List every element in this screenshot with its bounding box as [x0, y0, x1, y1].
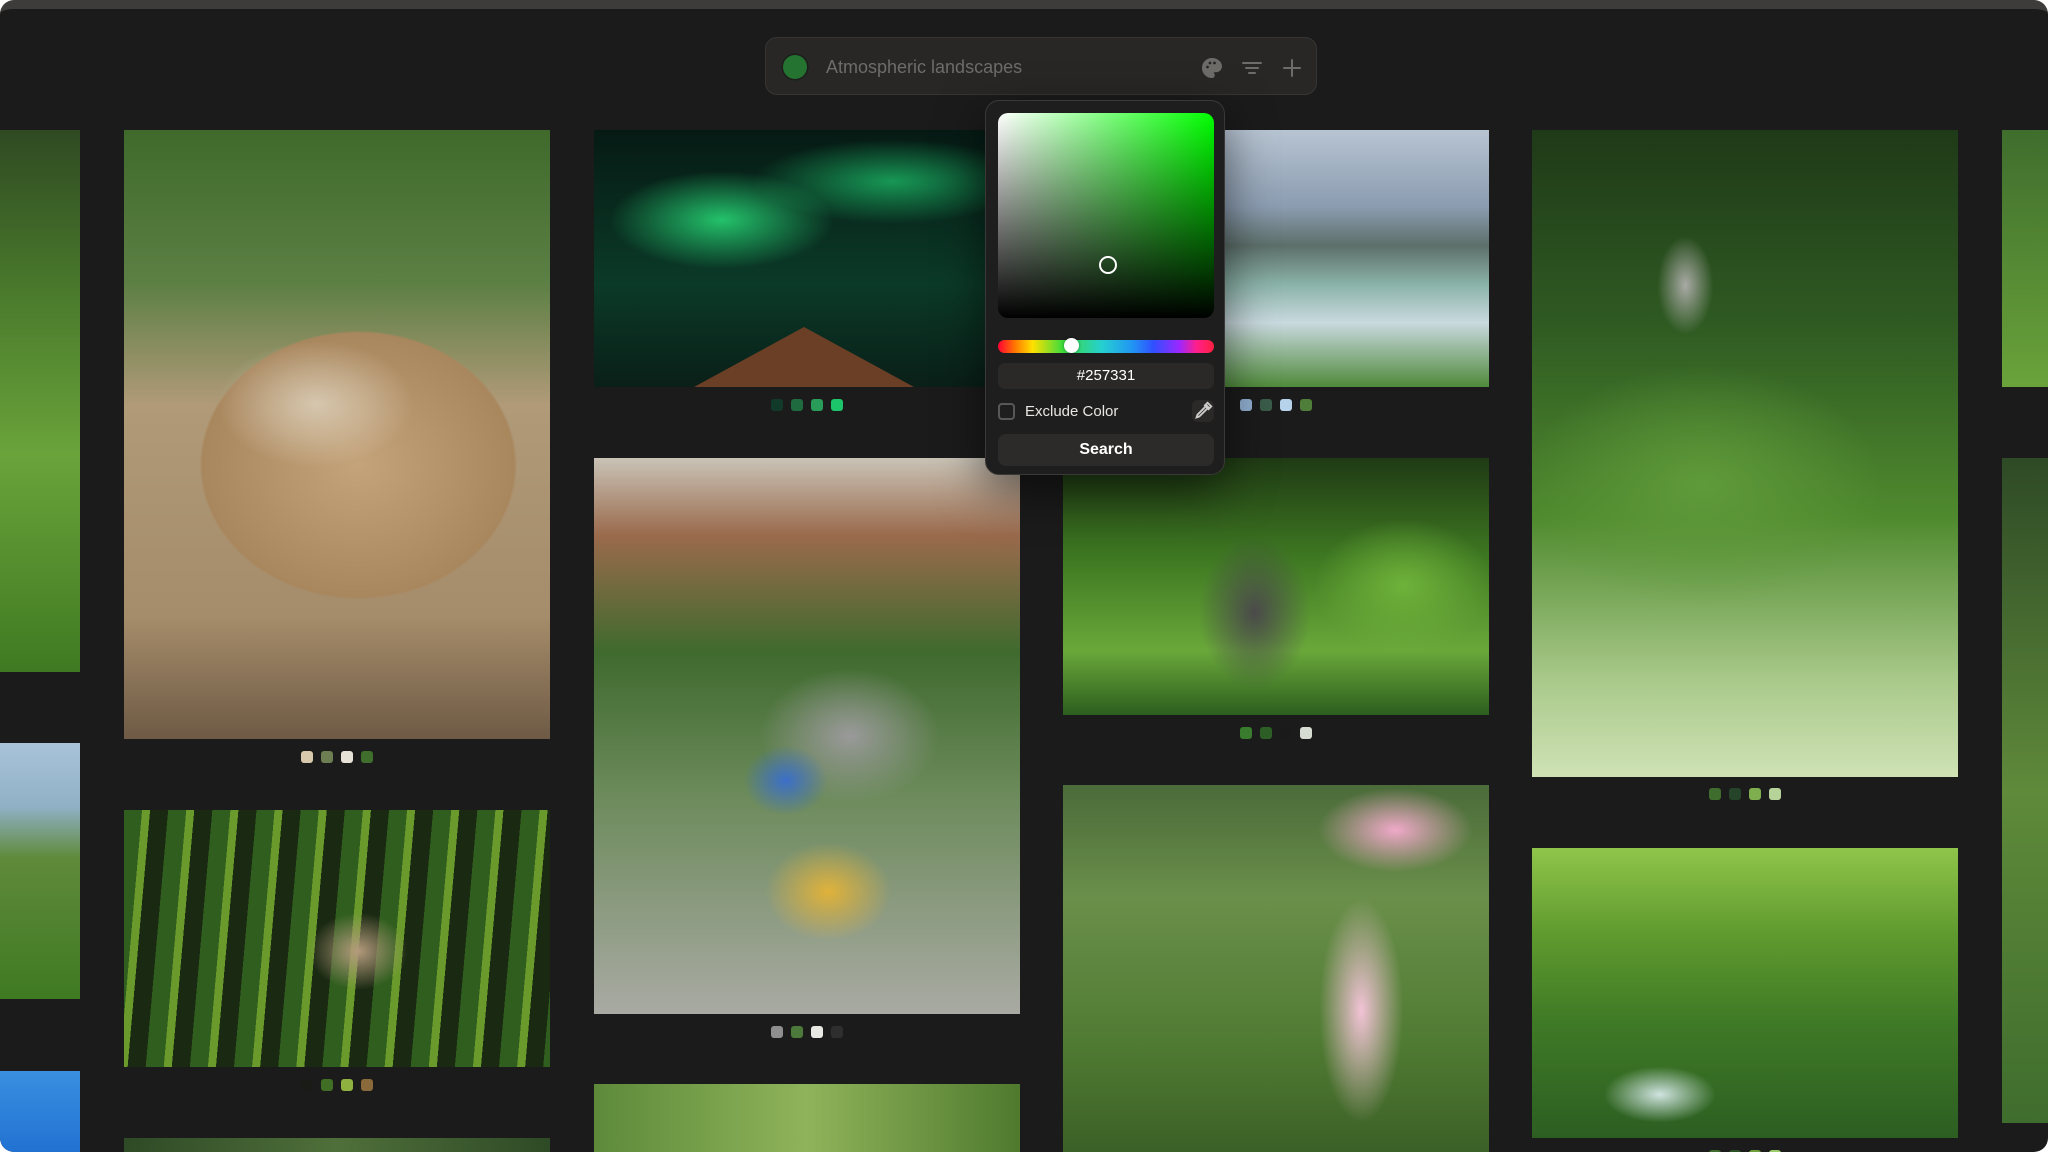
gallery-tile-mossy-waterfall[interactable] — [1532, 848, 1958, 1138]
saturation-value-picker[interactable] — [998, 113, 1214, 318]
search-input[interactable] — [826, 50, 1166, 84]
eyedropper-icon — [1195, 401, 1213, 419]
color-swatches — [1240, 399, 1312, 411]
color-picker-popover: #257331 Exclude Color Search — [985, 100, 1225, 475]
swatch[interactable] — [1749, 788, 1761, 800]
gallery-tile-owl-in-forest[interactable] — [1532, 130, 1958, 777]
swatch[interactable] — [1280, 727, 1292, 739]
color-swatches — [1709, 788, 1781, 800]
swatch[interactable] — [1300, 727, 1312, 739]
color-swatches — [1240, 727, 1312, 739]
gallery-tile-origami-cranes[interactable] — [594, 458, 1020, 1014]
swatch[interactable] — [1769, 788, 1781, 800]
hex-color-field[interactable]: #257331 — [998, 363, 1214, 389]
gallery-tile-aurora-cabin[interactable] — [594, 130, 1020, 387]
gallery-tile-branch-partial[interactable] — [594, 1084, 1020, 1152]
search-bar — [765, 37, 1317, 95]
swatch[interactable] — [1260, 727, 1272, 739]
swatch[interactable] — [341, 751, 353, 763]
swatch[interactable] — [321, 751, 333, 763]
swatch[interactable] — [771, 1026, 783, 1038]
gallery-tile-green-partial-bottom[interactable] — [2002, 458, 2048, 1123]
color-search-button[interactable]: Search — [998, 434, 1214, 466]
gallery-tile-duck-in-reeds[interactable] — [124, 810, 550, 1067]
hue-slider[interactable] — [998, 340, 1214, 353]
eyedropper-button[interactable] — [1192, 400, 1214, 422]
gallery-tile-grass-partial[interactable] — [0, 130, 80, 672]
palette-icon[interactable] — [1200, 56, 1224, 80]
cabin-roof — [694, 327, 914, 387]
swatch[interactable] — [791, 1026, 803, 1038]
gallery-tile-soccer-player[interactable] — [1063, 785, 1489, 1152]
swatch[interactable] — [301, 751, 313, 763]
gallery-tile-valley-partial[interactable] — [0, 743, 80, 999]
saturation-value-handle[interactable] — [1099, 256, 1117, 274]
swatch[interactable] — [1729, 788, 1741, 800]
swatch[interactable] — [1280, 399, 1292, 411]
swatch[interactable] — [811, 1026, 823, 1038]
gallery-tile-wicker-basket-flowers[interactable] — [124, 130, 550, 739]
swatch[interactable] — [321, 1079, 333, 1091]
color-swatches — [771, 399, 843, 411]
swatch[interactable] — [1240, 399, 1252, 411]
gallery-tile-kitten-in-leaves[interactable] — [1063, 458, 1489, 715]
swatch[interactable] — [791, 399, 803, 411]
gallery-tile-forest-partial[interactable] — [124, 1138, 550, 1152]
gallery-tile-green-partial-top[interactable] — [2002, 130, 2048, 387]
swatch[interactable] — [771, 399, 783, 411]
swatch[interactable] — [301, 1079, 313, 1091]
swatch[interactable] — [1240, 727, 1252, 739]
exclude-color-label: Exclude Color — [1025, 403, 1119, 420]
filter-lines-icon[interactable] — [1240, 56, 1264, 80]
exclude-color-row: Exclude Color — [998, 400, 1214, 422]
swatch[interactable] — [811, 399, 823, 411]
color-swatches — [301, 751, 373, 763]
color-swatches — [301, 1079, 373, 1091]
swatch[interactable] — [341, 1079, 353, 1091]
swatch[interactable] — [1709, 788, 1721, 800]
swatch[interactable] — [1260, 399, 1272, 411]
gallery-tile-sky-partial[interactable] — [0, 1071, 80, 1152]
color-swatches — [771, 1026, 843, 1038]
swatch[interactable] — [831, 399, 843, 411]
swatch[interactable] — [831, 1026, 843, 1038]
swatch[interactable] — [361, 751, 373, 763]
hue-slider-handle[interactable] — [1064, 338, 1079, 353]
exclude-color-checkbox[interactable] — [998, 403, 1015, 420]
app-window: #257331 Exclude Color Search — [0, 0, 2048, 1152]
swatch[interactable] — [1300, 399, 1312, 411]
selected-color-dot[interactable] — [781, 53, 809, 81]
plus-icon[interactable] — [1280, 56, 1304, 80]
swatch[interactable] — [361, 1079, 373, 1091]
